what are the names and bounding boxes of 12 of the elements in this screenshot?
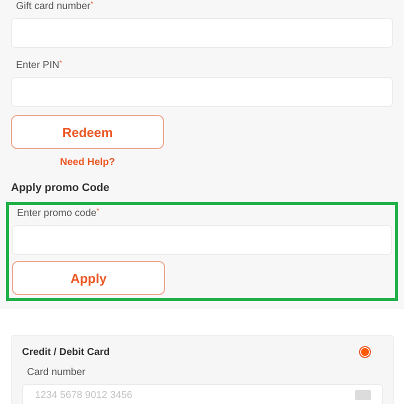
radio-button[interactable]	[359, 346, 371, 358]
field-label: Card number	[26, 367, 86, 379]
help-link[interactable]: Need Help?	[11, 157, 164, 168]
field-label: Enter PIN$^{*}$	[15, 60, 64, 72]
input-field[interactable]: 1234 5678 9012 3456	[22, 384, 383, 404]
payment-title: Credit / Debit Card	[22, 346, 110, 358]
section-heading: Apply promo Code	[11, 182, 110, 194]
redeem-button[interactable]: Redeem	[11, 115, 164, 149]
apply-button[interactable]: Apply	[12, 261, 165, 295]
field-label: Enter promo code$^{*}$	[16, 208, 100, 220]
card-icon	[355, 390, 371, 400]
field-label: Gift card number$^{*}$	[15, 1, 94, 13]
